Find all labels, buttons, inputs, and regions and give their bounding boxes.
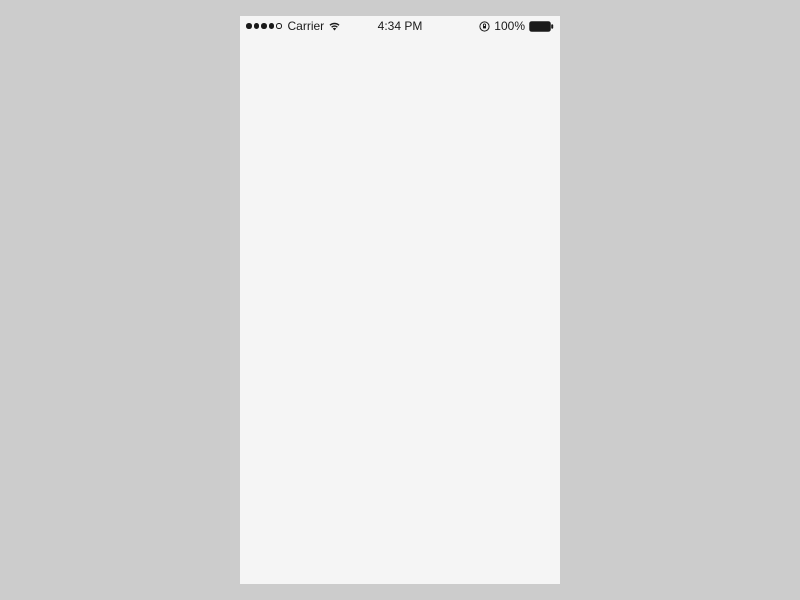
carrier-label: Carrier [288, 19, 325, 33]
status-bar-time: 4:34 PM [378, 19, 423, 33]
battery-percent-label: 100% [494, 19, 525, 33]
signal-strength-icon [246, 23, 282, 29]
status-bar-right: 100% [479, 19, 554, 33]
content-area [240, 36, 560, 584]
wifi-icon [328, 21, 341, 31]
status-bar: Carrier 4:34 PM 100% [240, 16, 560, 36]
status-bar-left: Carrier [246, 19, 341, 33]
orientation-lock-icon [479, 21, 490, 32]
battery-icon [529, 21, 554, 32]
device-screen: Carrier 4:34 PM 100% [240, 16, 560, 584]
